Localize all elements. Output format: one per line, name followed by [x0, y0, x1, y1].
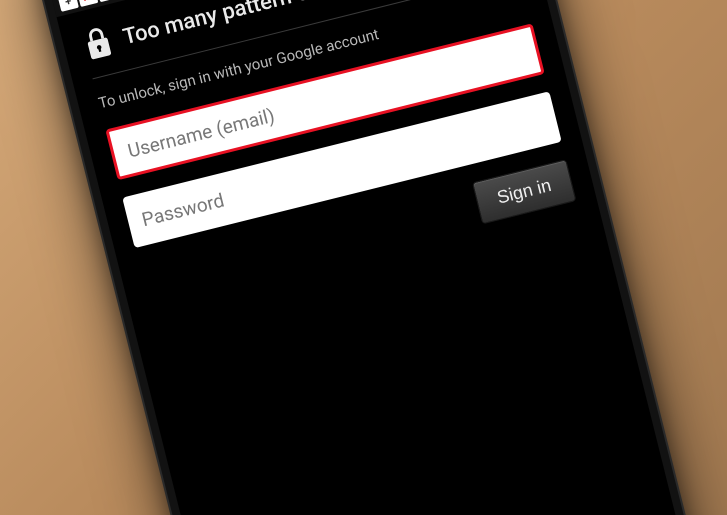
add-icon: +: [57, 0, 79, 11]
gmail-icon: M: [76, 0, 98, 7]
lock-icon: [80, 23, 116, 67]
lock-screen: Too many pattern or password attempts! T…: [56, 0, 688, 515]
username-placeholder: Username (email): [125, 103, 276, 162]
signin-button[interactable]: Sign in: [471, 159, 576, 224]
envelope-icon: ✉: [95, 0, 117, 2]
password-placeholder: Password: [139, 188, 226, 231]
phone-frame: + M ✉ ◧ ᓚ g+ B: [27, 0, 701, 515]
